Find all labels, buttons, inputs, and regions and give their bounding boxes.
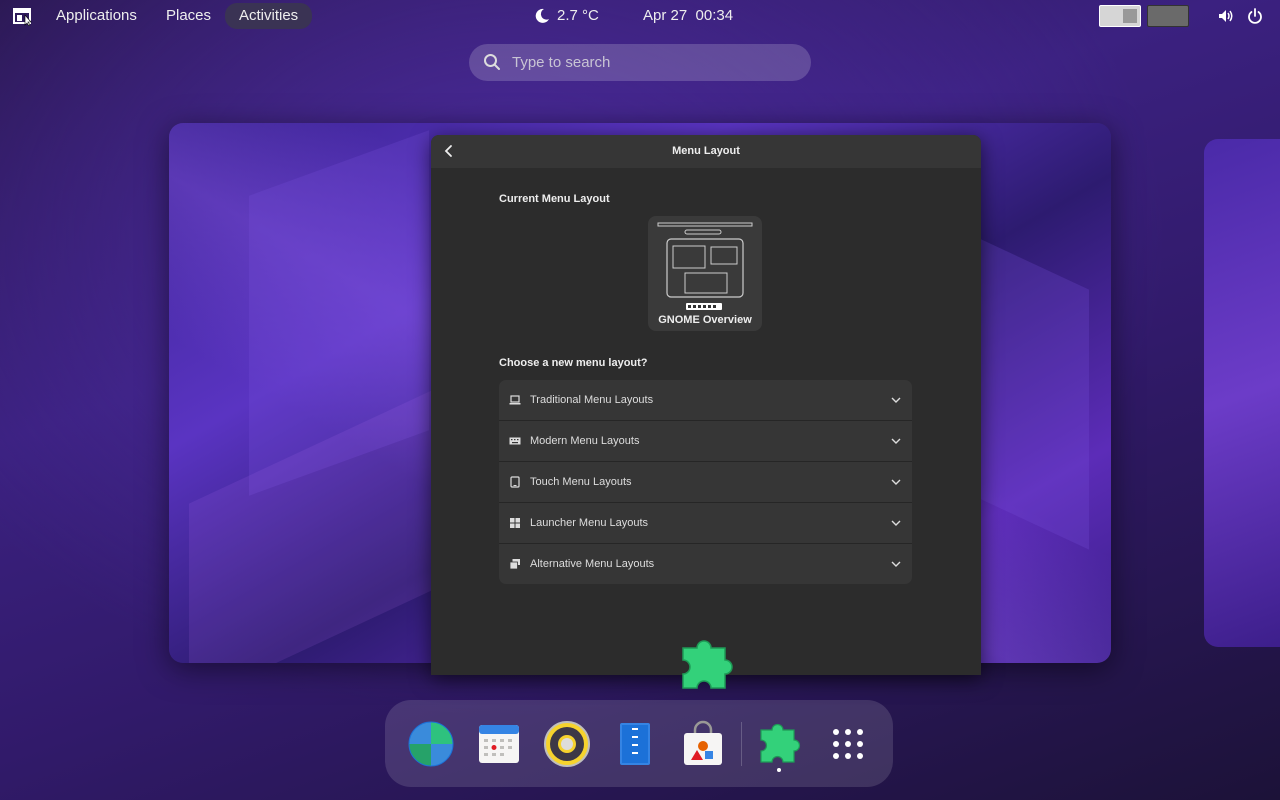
search-icon — [484, 54, 500, 70]
chevron-down-icon[interactable] — [890, 435, 902, 447]
power-icon[interactable] — [1246, 7, 1264, 25]
grid-icon — [510, 518, 520, 528]
current-layout-name: GNOME Overview — [658, 314, 752, 326]
activities-button[interactable]: Activities — [225, 3, 313, 29]
web-browser-icon[interactable] — [407, 720, 455, 768]
laptop-icon — [509, 395, 521, 405]
extensions-icon[interactable] — [755, 720, 803, 768]
choose-layout-heading: Choose a new menu layout? — [499, 357, 648, 369]
list-item-label: Launcher Menu Layouts — [530, 517, 649, 529]
applications-menu[interactable]: Applications — [56, 4, 137, 28]
top-bar: Applications Places Activities 2.7 °C Ap… — [0, 0, 1280, 32]
search-bar[interactable] — [469, 44, 811, 81]
current-layout-card[interactable]: GNOME Overview — [648, 216, 762, 331]
gnome-overview-preview-icon — [657, 222, 753, 310]
arcmenu-icon[interactable] — [12, 6, 32, 26]
chevron-down-icon[interactable] — [890, 476, 902, 488]
weather-temperature[interactable]: 2.7 °C — [557, 4, 599, 28]
volume-icon[interactable] — [1217, 7, 1235, 25]
menu-layout-window[interactable]: Menu Layout Current Menu Layout GNOME Ov… — [431, 135, 981, 675]
list-item-label: Alternative Menu Layouts — [530, 558, 655, 570]
extensions-window-icon — [682, 640, 733, 689]
list-item-touch-layouts[interactable]: Touch Menu Layouts — [499, 461, 912, 502]
keyboard-icon — [509, 437, 521, 445]
software-store-icon[interactable] — [679, 720, 727, 768]
music-player-icon[interactable] — [543, 720, 591, 768]
window-title: Menu Layout — [672, 145, 740, 157]
list-item-label: Touch Menu Layouts — [530, 476, 632, 488]
window-header: Menu Layout — [431, 135, 981, 168]
current-layout-heading: Current Menu Layout — [499, 193, 610, 205]
list-item-modern-layouts[interactable]: Modern Menu Layouts — [499, 420, 912, 461]
clock[interactable]: Apr 27 00:34 — [643, 4, 733, 28]
moon-icon — [535, 8, 549, 23]
windows-stack-icon — [509, 559, 520, 570]
search-input[interactable] — [512, 44, 792, 81]
show-apps-grid-icon[interactable] — [824, 720, 872, 768]
chevron-down-icon[interactable] — [890, 517, 902, 529]
list-item-alternative-layouts[interactable]: Alternative Menu Layouts — [499, 543, 912, 584]
workspace-indicator-2[interactable] — [1147, 5, 1189, 27]
list-item-launcher-layouts[interactable]: Launcher Menu Layouts — [499, 502, 912, 543]
text-editor-icon[interactable] — [611, 720, 659, 768]
chevron-down-icon[interactable] — [890, 394, 902, 406]
running-indicator — [777, 768, 781, 772]
list-item-label: Traditional Menu Layouts — [530, 394, 654, 406]
calendar-icon[interactable] — [475, 720, 523, 768]
places-menu[interactable]: Places — [166, 4, 211, 28]
workspace-indicator-1[interactable] — [1099, 5, 1141, 27]
chevron-down-icon[interactable] — [890, 558, 902, 570]
dock — [385, 700, 893, 787]
tablet-icon — [510, 476, 520, 488]
list-item-label: Modern Menu Layouts — [530, 435, 640, 447]
list-item-traditional-layouts[interactable]: Traditional Menu Layouts — [499, 380, 912, 420]
next-workspace-preview[interactable] — [1204, 139, 1280, 647]
layout-categories-list: Traditional Menu Layouts Modern Menu Lay… — [499, 380, 912, 584]
dock-separator — [741, 722, 742, 766]
